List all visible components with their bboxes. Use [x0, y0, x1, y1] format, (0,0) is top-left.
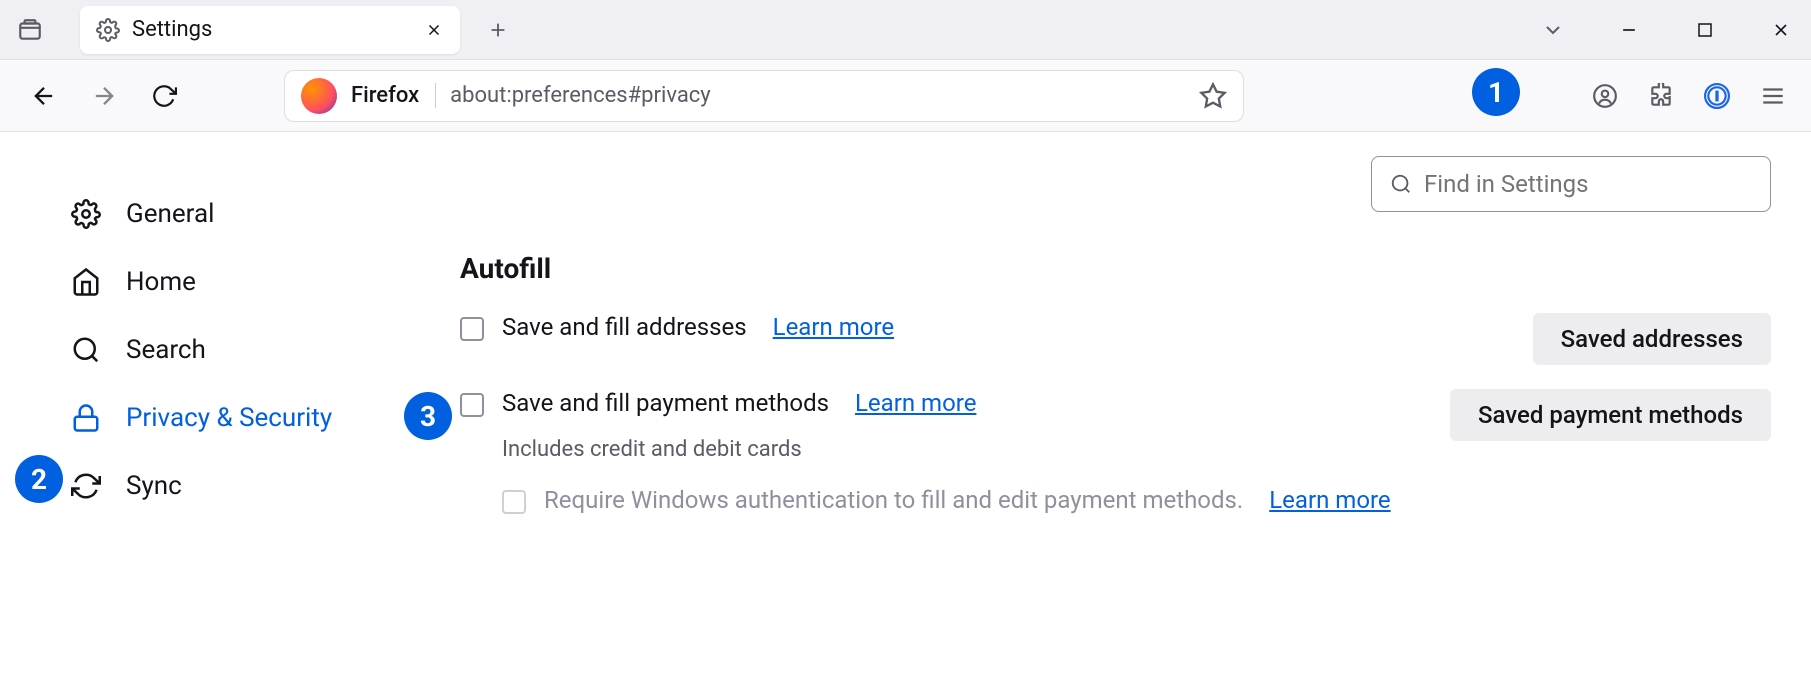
browser-tab[interactable]: Settings [80, 6, 460, 54]
close-window-button[interactable] [1767, 16, 1795, 44]
gear-icon [70, 198, 102, 230]
recent-history-icon[interactable] [16, 16, 44, 44]
sync-icon [70, 470, 102, 502]
sidebar-item-search[interactable]: Search [70, 316, 460, 384]
saved-payments-button[interactable]: Saved payment methods [1450, 389, 1771, 441]
identity-label: Firefox [351, 83, 436, 108]
sidebar-item-general[interactable]: General [70, 180, 460, 248]
close-tab-button[interactable] [424, 20, 444, 40]
sidebar-item-label: Privacy & Security [126, 403, 332, 433]
home-icon [70, 266, 102, 298]
firefox-logo-icon [301, 78, 337, 114]
save-addresses-checkbox[interactable] [460, 317, 484, 341]
account-icon[interactable] [1591, 82, 1619, 110]
sidebar-item-privacy-security[interactable]: Privacy & Security [70, 384, 460, 452]
learn-more-payments-link[interactable]: Learn more [855, 389, 976, 417]
url-text: about:preferences#privacy [450, 83, 1185, 108]
reload-button[interactable] [144, 76, 184, 116]
gear-icon [96, 18, 120, 42]
extensions-icon[interactable] [1647, 82, 1675, 110]
maximize-button[interactable] [1691, 16, 1719, 44]
settings-search-input[interactable] [1424, 170, 1752, 198]
preferences-page: General Home Search Privacy & Security S… [0, 132, 1811, 693]
tab-title: Settings [132, 17, 412, 42]
preferences-main: Autofill Save and fill addresses Learn m… [460, 132, 1811, 693]
sidebar-item-label: Search [126, 335, 206, 365]
preferences-sidebar: General Home Search Privacy & Security S… [0, 132, 460, 693]
bookmark-star-icon[interactable] [1199, 82, 1227, 110]
sidebar-item-home[interactable]: Home [70, 248, 460, 316]
back-button[interactable] [24, 76, 64, 116]
save-addresses-label: Save and fill addresses [502, 313, 747, 341]
callout-2: 2 [15, 455, 63, 503]
minimize-button[interactable] [1615, 16, 1643, 44]
require-auth-label: Require Windows authentication to fill a… [544, 486, 1243, 514]
saved-addresses-button[interactable]: Saved addresses [1533, 313, 1771, 365]
tab-bar: Settings [0, 0, 1811, 60]
forward-button[interactable] [84, 76, 124, 116]
search-icon [1390, 173, 1412, 195]
sidebar-item-label: Home [126, 267, 196, 297]
list-all-tabs-button[interactable] [1539, 16, 1567, 44]
search-icon [70, 334, 102, 366]
lock-icon [70, 402, 102, 434]
section-title-autofill: Autofill [460, 252, 1771, 285]
1password-icon[interactable] [1703, 82, 1731, 110]
callout-3: 3 [404, 392, 452, 440]
app-menu-icon[interactable] [1759, 82, 1787, 110]
learn-more-addresses-link[interactable]: Learn more [773, 313, 894, 341]
save-payments-label: Save and fill payment methods [502, 389, 829, 417]
learn-more-auth-link[interactable]: Learn more [1269, 486, 1390, 514]
sidebar-item-label: Sync [126, 471, 182, 501]
url-bar[interactable]: Firefox about:preferences#privacy [284, 70, 1244, 122]
settings-search[interactable] [1371, 156, 1771, 212]
sidebar-item-label: General [126, 199, 214, 229]
sidebar-item-sync[interactable]: Sync [70, 452, 460, 520]
new-tab-button[interactable] [476, 8, 520, 52]
save-payments-checkbox[interactable] [460, 393, 484, 417]
callout-1: 1 [1472, 68, 1520, 116]
require-auth-checkbox [502, 490, 526, 514]
toolbar: Firefox about:preferences#privacy [0, 60, 1811, 132]
